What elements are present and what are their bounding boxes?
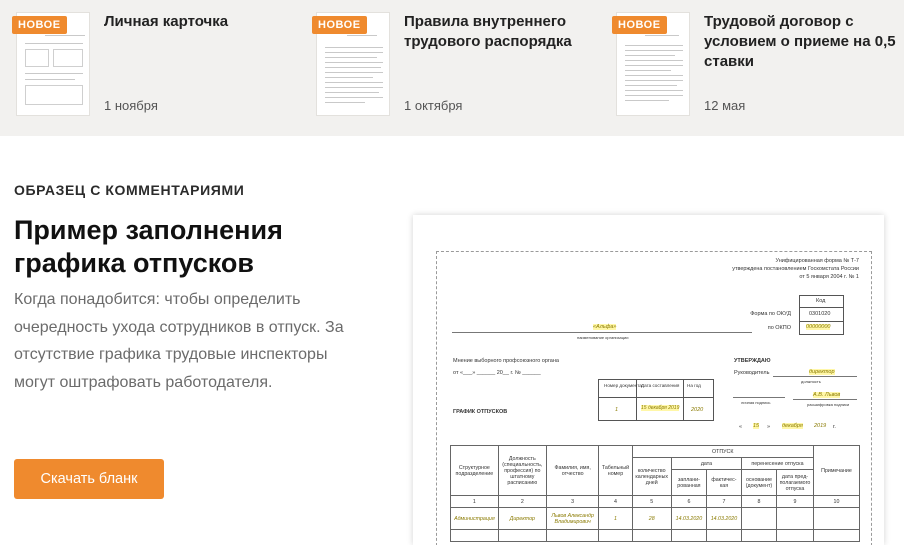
section-label: ОБРАЗЕЦ С КОММЕНТАРИЯМИ: [14, 182, 245, 198]
form-note: Унифицированная форма № Т-7: [775, 258, 859, 264]
year-header: На год: [687, 383, 701, 388]
description-text: Когда понадобится: чтобы определить очер…: [14, 291, 344, 391]
header-expected: дата пред-полагаемого отпуска: [775, 469, 814, 496]
okpo-label: по ОКПО: [767, 325, 791, 331]
code-label: Код: [816, 298, 826, 304]
col-number: 5: [631, 495, 672, 508]
col-number: 9: [775, 495, 814, 508]
head-position: директор: [809, 369, 835, 375]
new-doc-card[interactable]: НОВОЕ Трудовой договор с условием о прие…: [612, 12, 904, 118]
org-name: «Альфа»: [593, 324, 617, 330]
okpo-value: 00000000: [806, 324, 831, 330]
new-badge: НОВОЕ: [312, 16, 367, 34]
row-fio: Львов Александр Владимирович: [545, 507, 600, 530]
header-planned: заплани-рованная: [670, 469, 707, 496]
head-name: А.В. Львов: [813, 392, 841, 398]
signature-caption: личная подпись: [741, 400, 771, 405]
col-number: 3: [545, 495, 600, 508]
doc-date: 12 мая: [704, 98, 746, 113]
table-row: Администрация Директор Львов Александр В…: [450, 507, 861, 530]
doc-title-link[interactable]: Правила внутреннего трудового распорядка: [404, 12, 604, 52]
doc-date: 1 ноября: [104, 98, 158, 113]
col-number: 4: [598, 495, 633, 508]
col-number: 1: [450, 495, 499, 508]
org-caption: наименование организации: [577, 335, 629, 340]
new-doc-card[interactable]: НОВОЕ Личная карточка 1 ноября: [12, 12, 306, 118]
row-expected: [775, 507, 814, 530]
header-actual: фактичес-кая: [705, 469, 742, 496]
row-basis: [740, 507, 777, 530]
row-dept: Администрация: [450, 507, 499, 530]
table-row: [450, 529, 861, 542]
decode-caption: расшифровка подписи: [807, 402, 850, 407]
new-documents-strip: НОВОЕ Личная карточка 1 ноября НОВОЕ Пра…: [0, 0, 904, 136]
head-label: Руководитель: [734, 370, 770, 376]
col-number: 6: [670, 495, 707, 508]
header-dept: Структурное подразделение: [450, 445, 499, 496]
header-date: дата: [670, 457, 742, 470]
row-actual: 14.03.2020: [705, 507, 742, 530]
new-badge: НОВОЕ: [12, 16, 67, 34]
doc-title-link[interactable]: Личная карточка: [104, 12, 304, 32]
doc-title-link[interactable]: Трудовой договор с условием о приеме на …: [704, 12, 904, 72]
vacation-schedule-table: Структурное подразделение Должность (спе…: [450, 445, 861, 542]
header-fio: Фамилия, имя, отчество: [545, 445, 600, 496]
row-days: 28: [631, 507, 672, 530]
col-number: 10: [812, 495, 861, 508]
year: 2020: [691, 407, 704, 413]
header-transfer: перенесение отпуска: [740, 457, 814, 470]
schedule-title: ГРАФИК ОТПУСКОВ: [453, 409, 508, 415]
page-heading: Пример заполнения графика отпусков: [14, 215, 283, 278]
doc-date: 15 декабря 2019: [641, 405, 680, 411]
header-days: количество календарных дней: [631, 457, 672, 496]
doc-number-header: Номер документа: [604, 383, 642, 388]
opinion-label: Мнение выборного профсоюзного органа: [453, 358, 559, 364]
new-doc-card[interactable]: НОВОЕ Правила внутреннего трудового расп…: [312, 12, 606, 118]
header-tab-no: Табельный номер: [598, 445, 633, 496]
header-vacation: ОТПУСК: [631, 445, 814, 458]
download-form-button[interactable]: Скачать бланк: [14, 459, 164, 499]
new-badge: НОВОЕ: [612, 16, 667, 34]
header-basis: основание (документ): [740, 469, 777, 496]
approved-note: утверждена постановлением Госкомстата Ро…: [732, 266, 859, 272]
okud-label: Форма по ОКУД: [750, 311, 791, 317]
okud-value: 0301020: [809, 311, 831, 317]
approved-date: от 5 января 2004 г. № 1: [799, 274, 859, 280]
row-position: Директор: [497, 507, 547, 530]
approve-year: 2019: [814, 423, 827, 429]
doc-date: 1 октября: [404, 98, 463, 113]
form-sheet: Унифицированная форма № Т-7 утверждена п…: [436, 251, 872, 545]
col-number: 7: [705, 495, 742, 508]
header-note: Примечание: [812, 445, 861, 496]
position-caption: должность: [801, 379, 821, 384]
header-position: Должность (специальность, профессия) по …: [497, 445, 547, 496]
doc-date-header: Дата составления: [641, 383, 680, 388]
approve-label: УТВЕРЖДАЮ: [734, 358, 771, 364]
approve-day: 15: [753, 423, 760, 429]
form-preview[interactable]: Унифицированная форма № Т-7 утверждена п…: [413, 215, 884, 545]
doc-number: 1: [615, 407, 619, 413]
row-tab-no: 1: [598, 507, 633, 530]
col-number: 8: [740, 495, 777, 508]
row-planned: 14.03.2020: [670, 507, 707, 530]
col-number: 2: [497, 495, 547, 508]
row-note: [812, 507, 861, 530]
approve-month: декабря: [782, 423, 803, 429]
